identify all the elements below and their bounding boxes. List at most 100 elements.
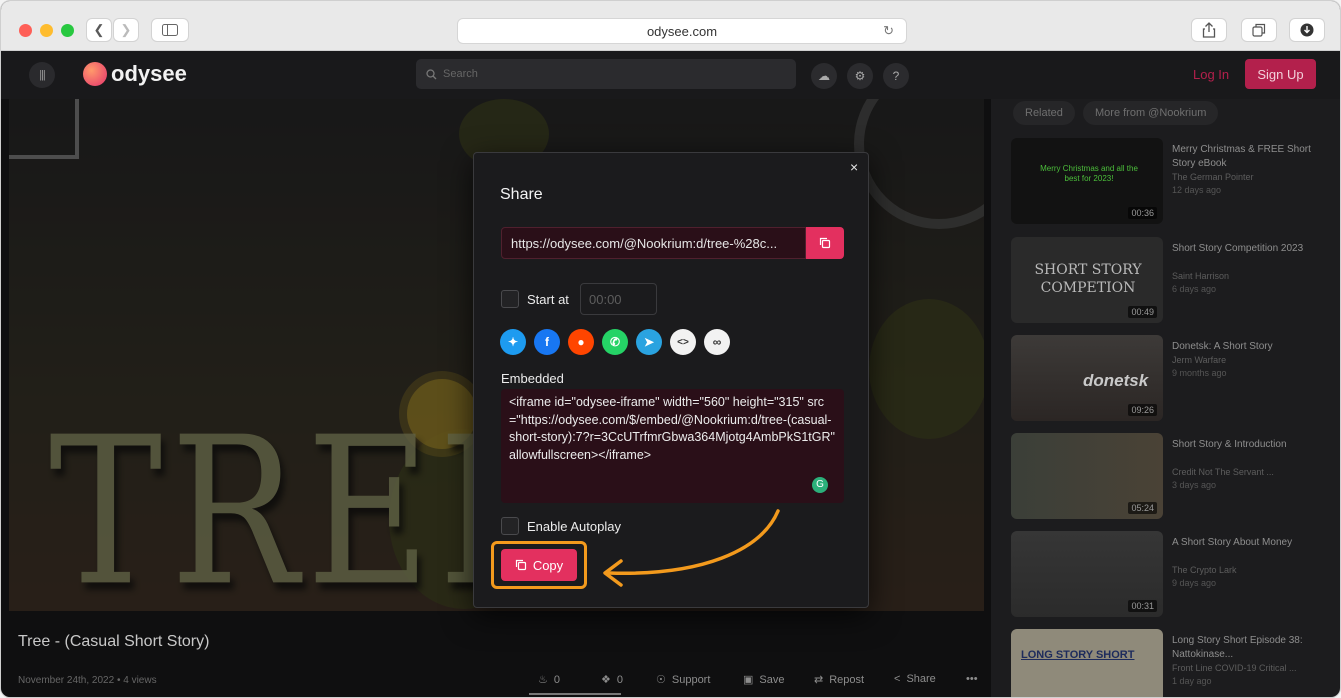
related-video-channel: The German Pointer xyxy=(1172,172,1254,182)
odysee-mark-icon xyxy=(83,62,107,86)
repost-button[interactable]: ⇄ Repost xyxy=(814,673,864,687)
odysee-logo[interactable]: odysee xyxy=(83,61,187,87)
embed-icon[interactable]: <> xyxy=(670,329,696,355)
video-thumbnail: 00:31 xyxy=(1011,531,1163,617)
copy-url-button[interactable] xyxy=(806,227,844,259)
thumbnail-text: SHORT STORY COMPETION xyxy=(1034,262,1142,296)
embedded-label: Embedded xyxy=(501,371,564,386)
download-icon xyxy=(1300,23,1314,37)
forward-button[interactable]: ❯ xyxy=(113,18,139,42)
slime-reaction-button[interactable]: ❖ 0 xyxy=(601,673,623,687)
close-icon[interactable]: × xyxy=(850,159,858,175)
share-toolbar-button[interactable] xyxy=(1191,18,1227,42)
chevron-right-icon: ❯ xyxy=(120,22,132,37)
start-at-label: Start at xyxy=(527,292,569,307)
menu-button[interactable]: ||| xyxy=(29,62,55,88)
video-thumbnail: Merry Christmas and all the best for 202… xyxy=(1011,138,1163,224)
video-thumbnail: LONG STORY SHORT xyxy=(1011,629,1163,697)
window-controls xyxy=(19,24,74,37)
url-text: odysee.com xyxy=(646,23,718,39)
copy-label: Copy xyxy=(532,557,564,573)
related-video-date: 6 days ago xyxy=(1172,284,1217,294)
chevron-left-icon: ❮ xyxy=(93,22,105,37)
duration-badge: 00:36 xyxy=(1128,207,1157,219)
tabs-overview-button[interactable] xyxy=(1241,18,1277,42)
settings-button[interactable]: ⚙ xyxy=(847,63,873,89)
reddit-icon[interactable]: ● xyxy=(568,329,594,355)
related-video-card[interactable]: donetsk 09:26 Donetsk: A Short Story Jer… xyxy=(1011,335,1331,423)
signup-button[interactable]: Sign Up xyxy=(1245,59,1316,89)
slime-icon: ❖ xyxy=(601,674,611,686)
share-icon: < xyxy=(894,673,901,685)
upload-button[interactable]: ☁ xyxy=(811,63,837,89)
support-label: Support xyxy=(671,673,711,686)
video-thumbnail: 05:24 xyxy=(1011,433,1163,519)
enable-autoplay-checkbox[interactable] xyxy=(501,517,519,535)
social-share-row: ✦ f ● ✆ ➤ <> ∞ xyxy=(500,329,730,355)
sidebar-toggle-button[interactable] xyxy=(151,18,189,42)
video-meta: November 24th, 2022 • 4 views xyxy=(18,675,157,686)
thumbnail-text: LONG STORY SHORT xyxy=(1021,649,1135,661)
related-video-title: Donetsk: A Short Story xyxy=(1172,341,1273,352)
tab-more-from-channel[interactable]: More from @Nookrium xyxy=(1083,101,1219,125)
duration-badge: 05:24 xyxy=(1128,502,1157,514)
related-video-card[interactable]: LONG STORY SHORT Long Story Short Episod… xyxy=(1011,629,1331,697)
save-button[interactable]: ▣ Save xyxy=(743,673,785,687)
related-video-channel: Saint Harrison xyxy=(1172,271,1230,281)
related-video-card[interactable]: Merry Christmas and all the best for 202… xyxy=(1011,138,1331,226)
related-video-card[interactable]: 05:24 Short Story & Introduction Credit … xyxy=(1011,433,1331,521)
related-video-channel: The Crypto Lark xyxy=(1172,565,1237,575)
login-link[interactable]: Log In xyxy=(1193,67,1229,82)
more-button[interactable]: ••• xyxy=(966,673,978,685)
telegram-icon[interactable]: ➤ xyxy=(636,329,662,355)
reload-icon[interactable]: ↻ xyxy=(883,23,894,39)
start-at-checkbox[interactable] xyxy=(501,290,519,308)
annotation-arrow-icon xyxy=(603,509,780,587)
related-video-date: 1 day ago xyxy=(1172,676,1212,686)
tab-related[interactable]: Related xyxy=(1013,101,1075,125)
copy-icon xyxy=(819,237,831,249)
related-video-title: Merry Christmas & FREE Short Story eBook xyxy=(1172,144,1311,169)
start-at-input[interactable]: 00:00 xyxy=(580,283,657,315)
save-label: Save xyxy=(759,673,785,686)
minimize-window-button[interactable] xyxy=(40,24,53,37)
back-button[interactable]: ❮ xyxy=(86,18,112,42)
related-video-date: 9 months ago xyxy=(1172,368,1227,378)
address-bar[interactable]: odysee.com ↻ xyxy=(457,18,907,44)
close-window-button[interactable] xyxy=(19,24,32,37)
related-video-date: 12 days ago xyxy=(1172,185,1222,195)
related-video-card[interactable]: SHORT STORY COMPETION 00:49 Short Story … xyxy=(1011,237,1331,325)
fire-reaction-button[interactable]: ♨ 0 xyxy=(538,673,560,687)
browser-toolbar: ❮ ❯ odysee.com ↻ xyxy=(1,1,1340,51)
fire-count: 0 xyxy=(553,673,560,686)
twitter-icon[interactable]: ✦ xyxy=(500,329,526,355)
repost-icon: ⇄ xyxy=(814,674,824,686)
share-label: Share xyxy=(906,673,936,685)
related-video-card[interactable]: 00:31 A Short Story About Money The Cryp… xyxy=(1011,531,1331,619)
video-thumbnail: donetsk 09:26 xyxy=(1011,335,1163,421)
link-icon[interactable]: ∞ xyxy=(704,329,730,355)
search-icon xyxy=(426,68,437,79)
grammarly-icon[interactable]: G xyxy=(812,477,828,493)
related-video-channel: Jerm Warfare xyxy=(1172,355,1227,365)
duration-badge: 09:26 xyxy=(1128,404,1157,416)
zoom-window-button[interactable] xyxy=(61,24,74,37)
start-at-value: 00:00 xyxy=(589,291,622,307)
duration-badge: 00:49 xyxy=(1128,306,1157,318)
search-input[interactable]: Search xyxy=(416,59,796,89)
help-button[interactable]: ? xyxy=(883,63,909,89)
downloads-button[interactable] xyxy=(1289,18,1325,42)
support-button[interactable]: ☉ Support xyxy=(656,673,711,687)
embed-code-textarea[interactable]: <iframe id="odysee-iframe" width="560" h… xyxy=(501,389,844,503)
browser-window: ❮ ❯ odysee.com ↻ ||| odysee Search ☁ ⚙ ?… xyxy=(0,0,1341,698)
share-button[interactable]: < Share xyxy=(894,673,936,685)
related-video-channel: Front Line COVID-19 Critical ... xyxy=(1172,663,1297,673)
search-placeholder: Search xyxy=(443,68,478,80)
share-url-field[interactable]: https://odysee.com/@Nookrium:d/tree-%28c… xyxy=(501,227,806,259)
facebook-icon[interactable]: f xyxy=(534,329,560,355)
embed-code-text: <iframe id="odysee-iframe" width="560" h… xyxy=(509,395,835,462)
whatsapp-icon[interactable]: ✆ xyxy=(602,329,628,355)
help-icon: ? xyxy=(892,69,900,83)
sidebar-icon xyxy=(162,24,178,36)
copy-embed-button[interactable]: Copy xyxy=(501,549,577,581)
